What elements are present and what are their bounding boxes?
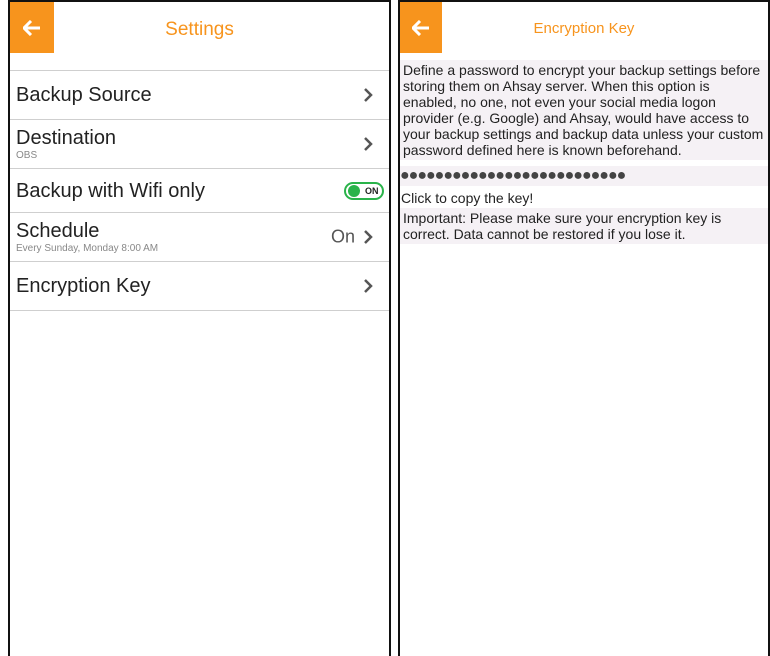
row-sublabel: OBS (16, 149, 38, 161)
chevron-right-icon (364, 279, 373, 293)
encryption-description: Define a password to encrypt your backup… (400, 60, 768, 160)
row-label: Backup with Wifi only (16, 179, 205, 202)
important-note: Important: Please make sure your encrypt… (400, 208, 768, 244)
chevron-right-icon (364, 88, 373, 102)
chevron-right-icon (364, 137, 373, 151)
arrow-left-icon (23, 19, 40, 36)
settings-row-wifi-only: Backup with Wifi only ON (10, 169, 389, 213)
encryption-key-screen: Encryption Key Define a password to encr… (398, 0, 770, 656)
arrow-left-icon (412, 19, 429, 36)
settings-row-encryption-key[interactable]: Encryption Key (10, 262, 389, 311)
toggle-state-label: ON (365, 185, 379, 196)
settings-header: Settings (10, 2, 389, 58)
toggle-knob (348, 184, 360, 197)
settings-screen: Settings Backup Source Destination OBS B… (8, 0, 391, 656)
chevron-right-icon (364, 230, 373, 244)
encryption-content: Define a password to encrypt your backup… (400, 60, 768, 244)
row-label: Destination (16, 126, 117, 149)
settings-row-backup-source[interactable]: Backup Source (10, 71, 389, 120)
copy-key-link[interactable]: Click to copy the key! (400, 190, 768, 206)
row-label: Backup Source (16, 84, 152, 106)
wifi-only-toggle[interactable]: ON (344, 181, 384, 200)
masked-encryption-key[interactable]: ●●●●●●●●●●●●●●●●●●●●●●●●●● (400, 166, 768, 186)
page-title: Settings (165, 19, 234, 40)
schedule-status: On (330, 226, 355, 247)
encryption-header: Encryption Key (400, 2, 768, 60)
back-button[interactable] (10, 2, 54, 53)
page-title: Encryption Key (533, 19, 635, 37)
back-button[interactable] (400, 2, 442, 53)
settings-list: Backup Source Destination OBS Backup wit… (10, 70, 389, 311)
row-label: Encryption Key (16, 275, 151, 297)
settings-row-schedule[interactable]: Schedule Every Sunday, Monday 8:00 AM On (10, 213, 389, 262)
settings-row-destination[interactable]: Destination OBS (10, 120, 389, 169)
